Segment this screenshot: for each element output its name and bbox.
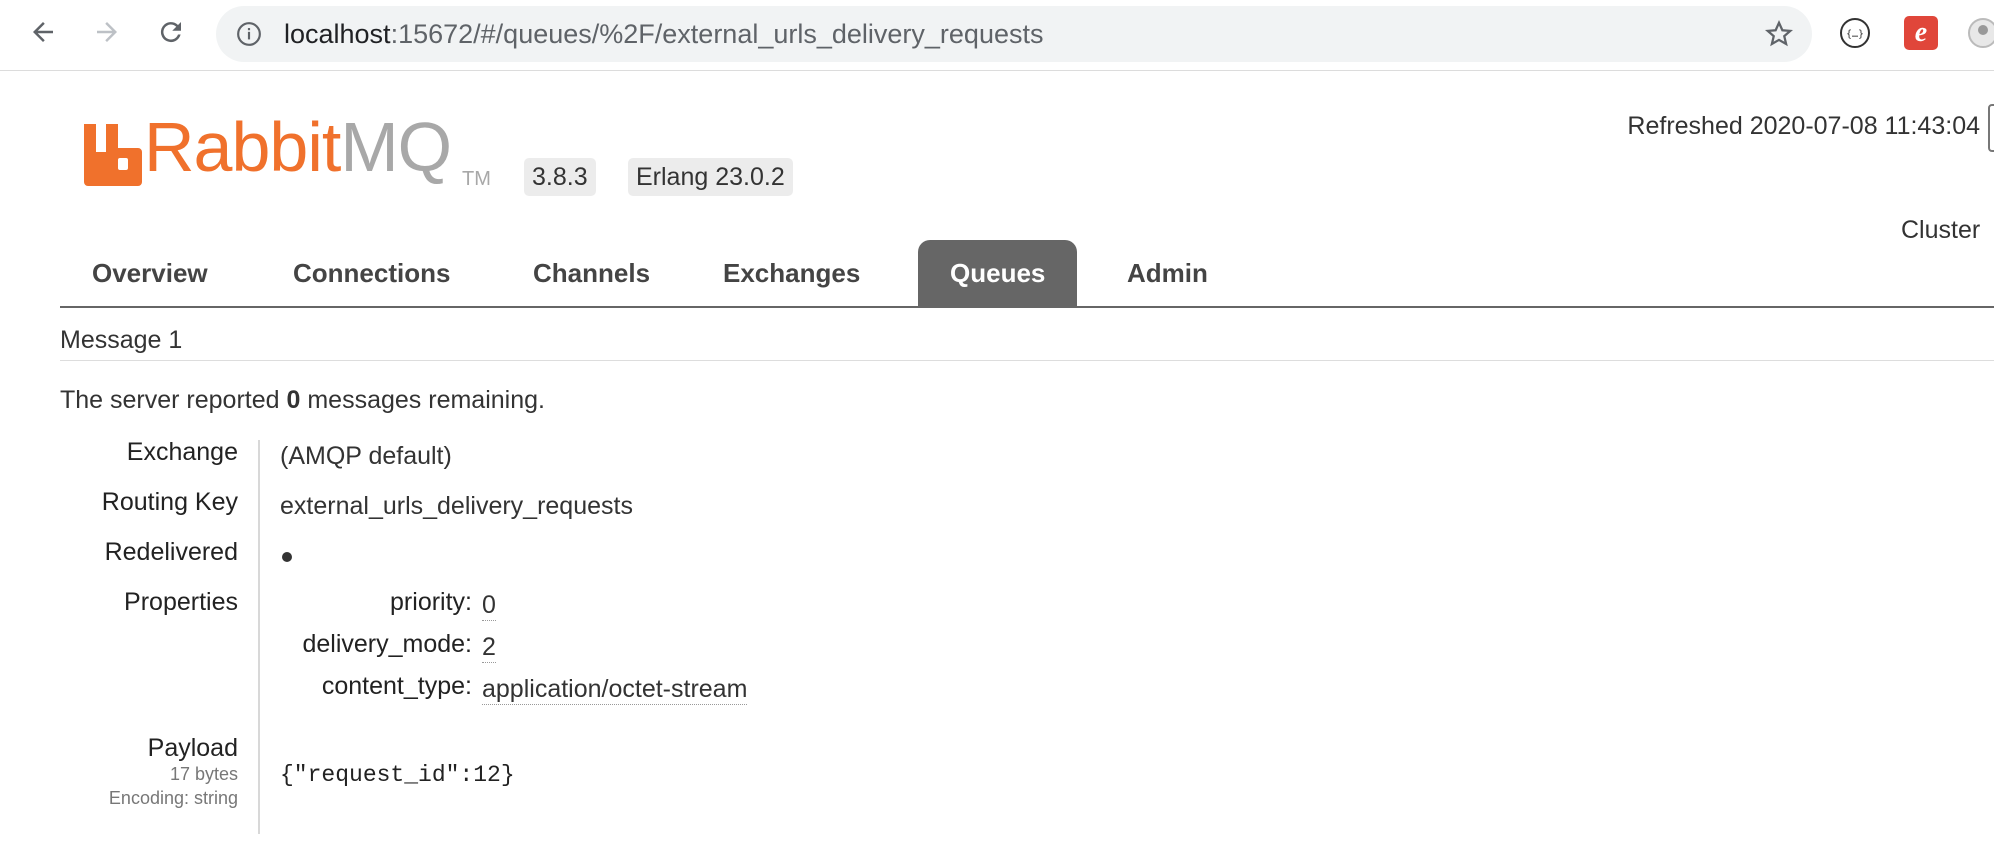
remaining-count: 0 bbox=[286, 386, 301, 414]
svg-text:{…}: {…} bbox=[1846, 29, 1864, 40]
info-icon[interactable] bbox=[236, 21, 262, 47]
back-button[interactable] bbox=[24, 13, 62, 51]
version-badge: 3.8.3 bbox=[524, 158, 596, 196]
properties-label: Properties bbox=[124, 588, 238, 616]
payload-content: {"request_id":12} bbox=[280, 762, 515, 788]
reload-button[interactable] bbox=[152, 13, 190, 51]
routing-key-value: external_urls_delivery_requests bbox=[280, 492, 633, 520]
logo-mq-text: MQ bbox=[340, 108, 452, 186]
message-title: Message 1 bbox=[60, 326, 183, 354]
property-key: priority: bbox=[390, 588, 472, 616]
section-divider bbox=[60, 360, 1994, 361]
property-value: 2 bbox=[482, 633, 496, 663]
url-text[interactable]: localhost:15672/#/queues/%2F/external_ur… bbox=[284, 19, 1043, 50]
tab-admin[interactable]: Admin bbox=[1095, 240, 1240, 306]
refresh-interval-select[interactable] bbox=[1988, 104, 1994, 152]
logo-rabbit-text: Rabbit bbox=[144, 108, 341, 186]
property-key: delivery_mode: bbox=[302, 630, 472, 658]
url-path: :15672/#/queues/%2F/external_urls_delive… bbox=[390, 19, 1044, 49]
erlang-badge: Erlang 23.0.2 bbox=[628, 158, 793, 196]
property-value: application/octet-stream bbox=[482, 675, 748, 705]
logo-wordmark: RabbitMQ bbox=[144, 112, 452, 182]
tab-queues[interactable]: Queues bbox=[918, 240, 1078, 306]
exchange-label: Exchange bbox=[126, 438, 238, 466]
property-value: 0 bbox=[482, 591, 496, 621]
remaining-prefix: The server reported bbox=[60, 386, 280, 414]
reload-icon bbox=[160, 22, 181, 43]
redelivered-label: Redelivered bbox=[104, 538, 238, 566]
trademark: TM bbox=[462, 168, 491, 190]
tab-overview[interactable]: Overview bbox=[60, 240, 240, 306]
remaining-suffix: messages remaining. bbox=[307, 386, 545, 414]
routing-key-label: Routing Key bbox=[101, 488, 238, 516]
back-arrow-icon bbox=[33, 22, 53, 42]
property-key: content_type: bbox=[321, 672, 472, 700]
tab-connections[interactable]: Connections bbox=[261, 240, 482, 306]
url-host: localhost bbox=[284, 19, 391, 49]
main-nav-tabs: Overview Connections Channels Exchanges … bbox=[60, 240, 1994, 308]
details-divider bbox=[258, 440, 260, 834]
payload-encoding: Encoding: string bbox=[108, 788, 238, 808]
browser-toolbar: localhost:15672/#/queues/%2F/external_ur… bbox=[0, 0, 1994, 71]
rabbitmq-logo-icon bbox=[84, 124, 142, 186]
address-bar[interactable]: localhost:15672/#/queues/%2F/external_ur… bbox=[216, 6, 1812, 62]
forward-button[interactable] bbox=[88, 13, 126, 51]
json-extension-icon[interactable]: {…} bbox=[1838, 16, 1872, 50]
redelivered-indicator bbox=[282, 552, 292, 562]
exchange-value: (AMQP default) bbox=[280, 442, 452, 470]
tab-channels[interactable]: Channels bbox=[501, 240, 682, 306]
payload-label: Payload bbox=[147, 734, 238, 762]
profile-icon[interactable] bbox=[1966, 16, 1994, 50]
extension-e-icon[interactable]: e bbox=[1904, 16, 1938, 50]
tab-exchanges[interactable]: Exchanges bbox=[691, 240, 892, 306]
messages-remaining-text: The server reported 0 messages remaining… bbox=[60, 386, 545, 415]
refreshed-text: Refreshed 2020-07-08 11:43:04 bbox=[1627, 112, 1980, 140]
payload-size: 17 bytes bbox=[169, 764, 238, 784]
bookmark-star-icon[interactable] bbox=[1764, 19, 1794, 49]
forward-arrow-icon bbox=[97, 22, 117, 42]
